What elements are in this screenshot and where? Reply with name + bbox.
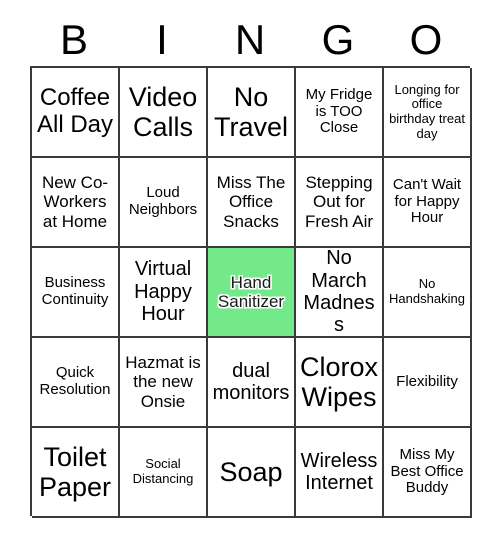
bingo-cell-label: Virtual Happy Hour (134, 258, 192, 326)
bingo-cell-r3-c1[interactable]: Business Continuity (32, 248, 120, 338)
bingo-cell-r5-c1[interactable]: Toilet Paper (32, 428, 120, 518)
bingo-cell-r5-c4[interactable]: Wireless Internet (296, 428, 384, 518)
bingo-cell-label: My Fridge is TOO Close (305, 85, 373, 137)
bingo-cell-r2-c3[interactable]: Miss The Office Snacks (208, 158, 296, 248)
bingo-cell-label: Video Calls (128, 81, 198, 142)
bingo-cell-label: Hand Sanitizer (217, 272, 285, 311)
bingo-cell-r4-c2[interactable]: Hazmat is the new Onsie (120, 338, 208, 428)
bingo-cell-r2-c4[interactable]: Stepping Out for Fresh Air (296, 158, 384, 248)
bingo-cell-r4-c1[interactable]: Quick Resolution (32, 338, 120, 428)
bingo-cell-r2-c1[interactable]: New Co-Workers at Home (32, 158, 120, 248)
bingo-cell-label: Can't Wait for Happy Hour (392, 175, 462, 227)
bingo-cell-r5-c5[interactable]: Miss My Best Office Buddy (384, 428, 472, 518)
bingo-cell-r1-c3[interactable]: No Travel (208, 68, 296, 158)
bingo-card: B I N G O Coffee All Day Video Calls No Tr… (0, 0, 500, 544)
bingo-header: B I N G O (30, 14, 470, 66)
bingo-cell-r2-c5[interactable]: Can't Wait for Happy Hour (384, 158, 472, 248)
bingo-cell-r3-c2[interactable]: Virtual Happy Hour (120, 248, 208, 338)
bingo-cell-label: Hazmat is the new Onsie (125, 353, 201, 411)
bingo-cell-label: Coffee All Day (36, 84, 114, 138)
bingo-cell-label: Longing for office birthday treat day (389, 81, 465, 141)
bingo-header-letter-i: I (156, 16, 168, 63)
bingo-cell-label: No March Madness (303, 248, 375, 337)
bingo-cell-r2-c2[interactable]: Loud Neighbors (120, 158, 208, 248)
bingo-cell-r5-c3[interactable]: Soap (208, 428, 296, 518)
bingo-cell-label: Toilet Paper (38, 441, 112, 502)
bingo-cell-label: Flexibility (396, 372, 458, 390)
bingo-header-letter-o: O (409, 16, 443, 63)
bingo-cell-r1-c2[interactable]: Video Calls (120, 68, 208, 158)
bingo-cell-label: Soap (219, 456, 283, 487)
bingo-cell-r3-c5[interactable]: No Handshaking (384, 248, 472, 338)
bingo-cell-label: Social Distancing (132, 456, 194, 486)
bingo-cell-label: Stepping Out for Fresh Air (304, 173, 374, 231)
bingo-cell-r4-c5[interactable]: Flexibility (384, 338, 472, 428)
bingo-cell-label: No Travel (213, 81, 288, 142)
bingo-cell-r4-c4[interactable]: Clorox Wipes (296, 338, 384, 428)
bingo-cell-label: Quick Resolution (39, 364, 111, 398)
bingo-cell-label: No Handshaking (389, 276, 465, 306)
bingo-cell-label: Business Continuity (41, 274, 109, 308)
bingo-cell-r1-c4[interactable]: My Fridge is TOO Close (296, 68, 384, 158)
bingo-cell-label: Wireless Internet (300, 449, 378, 494)
bingo-cell-label: Loud Neighbors (128, 184, 198, 218)
bingo-header-letter-g: G (321, 16, 355, 63)
bingo-cell-r1-c5[interactable]: Longing for office birthday treat day (384, 68, 472, 158)
bingo-cell-label: Clorox Wipes (299, 351, 379, 412)
bingo-cell-r1-c1[interactable]: Coffee All Day (32, 68, 120, 158)
bingo-grid: Coffee All Day Video Calls No Travel My Fri… (30, 66, 472, 518)
bingo-cell-r3-c3[interactable]: Hand Sanitizer (208, 248, 296, 338)
bingo-cell-label: Miss The Office Snacks (216, 173, 286, 231)
bingo-header-letter-b: B (59, 16, 88, 63)
bingo-header-letter-n: N (234, 16, 266, 63)
bingo-cell-r5-c2[interactable]: Social Distancing (120, 428, 208, 518)
bingo-cell-label: dual monitors (212, 359, 290, 404)
bingo-cell-label: Miss My Best Office Buddy (390, 445, 464, 497)
bingo-cell-r3-c4[interactable]: No March Madness (296, 248, 384, 338)
bingo-cell-label: New Co-Workers at Home (41, 173, 109, 231)
bingo-cell-r4-c3[interactable]: dual monitors (208, 338, 296, 428)
